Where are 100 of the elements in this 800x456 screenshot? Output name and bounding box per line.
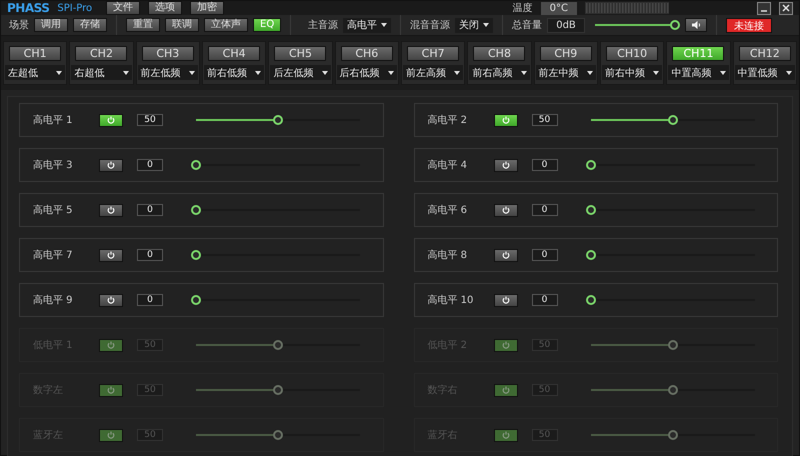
- channel-button[interactable]: CH12: [738, 46, 791, 61]
- channel-output-dropdown[interactable]: 前左低频: [138, 65, 198, 80]
- input-value: 0: [532, 249, 558, 261]
- power-icon: [502, 431, 510, 439]
- input-value: 50: [532, 339, 558, 351]
- channel-output-dropdown[interactable]: 前左高频: [403, 65, 464, 80]
- power-icon: [502, 341, 510, 349]
- input-value: 50: [137, 339, 163, 351]
- channel-output-dropdown[interactable]: 前右中频: [602, 65, 662, 80]
- channel-button[interactable]: CH8: [473, 46, 526, 61]
- caret-icon: [786, 70, 792, 74]
- input-value: 0: [137, 294, 163, 306]
- power-icon: [107, 161, 115, 169]
- app-logo: PHASS: [7, 1, 50, 15]
- close-icon: [782, 4, 790, 12]
- input-label: 高电平 6: [428, 204, 468, 217]
- input-value: 50: [137, 114, 163, 126]
- power-button[interactable]: [494, 158, 518, 172]
- channel-button[interactable]: CH6: [340, 46, 393, 61]
- power-button[interactable]: [99, 114, 123, 126]
- input-label: 高电平 3: [33, 158, 74, 172]
- speaker-icon: [692, 21, 700, 29]
- menu-button[interactable]: 文件: [106, 1, 140, 15]
- power-icon: [502, 251, 510, 259]
- power-button[interactable]: [494, 294, 518, 306]
- channel-output-dropdown[interactable]: 中置低频: [734, 65, 795, 80]
- scene-button[interactable]: 存储: [73, 18, 107, 32]
- power-icon: [107, 296, 115, 304]
- temperature-label: 温度: [512, 2, 533, 15]
- input-value: 0: [532, 294, 558, 306]
- channel-button[interactable]: CH7: [407, 46, 460, 61]
- caret-icon: [720, 70, 726, 74]
- caret-icon: [388, 70, 394, 74]
- input-label: 高电平 8: [428, 248, 468, 262]
- volume-label: 总音量: [512, 18, 542, 32]
- input-value: 50: [532, 384, 558, 396]
- channel-output-dropdown[interactable]: 左超低: [5, 65, 66, 80]
- mode-button[interactable]: 重置: [126, 18, 160, 32]
- power-button[interactable]: [99, 158, 123, 172]
- mode-button[interactable]: 联调: [165, 18, 199, 32]
- power-button[interactable]: [99, 204, 123, 216]
- caret-icon: [520, 70, 527, 74]
- power-icon: [502, 161, 510, 169]
- mix-source-label: 混音音源: [410, 18, 450, 32]
- power-icon: [502, 116, 510, 124]
- caret-icon: [122, 70, 129, 74]
- power-button[interactable]: [494, 204, 518, 216]
- minimize-button[interactable]: [757, 2, 771, 14]
- menu-button[interactable]: 选项: [148, 1, 182, 15]
- channel-output-dropdown[interactable]: 右超低: [71, 65, 132, 80]
- mute-button[interactable]: [684, 18, 707, 32]
- menu-button[interactable]: 加密: [190, 1, 224, 15]
- channel-output-dropdown[interactable]: 前右高频: [469, 65, 530, 80]
- channel-output-dropdown[interactable]: 后左低频: [270, 65, 331, 80]
- close-button[interactable]: [779, 2, 793, 14]
- input-label: 高电平 2: [428, 114, 468, 127]
- input-value: 50: [137, 429, 163, 441]
- power-icon: [107, 251, 115, 259]
- mix-source-dropdown[interactable]: 关闭: [455, 18, 494, 32]
- caret-icon: [454, 70, 460, 74]
- caret-icon: [322, 70, 328, 74]
- power-button[interactable]: [494, 248, 518, 262]
- input-value: 0: [137, 159, 163, 171]
- channel-button[interactable]: CH4: [208, 46, 260, 61]
- input-label: 高电平 7: [33, 248, 74, 262]
- input-value: 50: [532, 429, 558, 441]
- power-icon: [502, 386, 510, 394]
- caret-icon: [255, 70, 262, 74]
- caret-icon: [483, 23, 490, 27]
- channel-button[interactable]: CH1: [9, 46, 62, 61]
- channel-button[interactable]: CH5: [274, 46, 326, 61]
- channel-button[interactable]: CH9: [540, 46, 592, 61]
- scene-label: 场景: [9, 18, 29, 32]
- input-label: 高电平 4: [428, 158, 468, 172]
- power-icon: [502, 296, 510, 304]
- channel-output-dropdown[interactable]: 前右低频: [204, 65, 264, 80]
- power-button[interactable]: [99, 294, 123, 306]
- channel-button[interactable]: CH10: [606, 46, 658, 61]
- main-source-dropdown[interactable]: 高电平: [343, 18, 392, 32]
- volume-value: 0dB: [547, 18, 585, 32]
- power-button[interactable]: [99, 248, 123, 262]
- channel-button[interactable]: CH2: [75, 46, 128, 61]
- input-value: 0: [532, 159, 558, 171]
- input-label: 高电平 5: [33, 204, 74, 217]
- caret-icon: [587, 70, 593, 74]
- mode-button[interactable]: 立体声: [204, 18, 248, 32]
- scene-button[interactable]: 调用: [34, 18, 68, 32]
- channel-output-dropdown[interactable]: 前左中频: [536, 65, 596, 80]
- power-icon: [502, 206, 510, 214]
- connection-status-button[interactable]: 未连接: [726, 18, 772, 32]
- channel-button[interactable]: CH3: [142, 46, 194, 61]
- channel-output-dropdown[interactable]: 后右低频: [336, 65, 397, 80]
- input-value: 0: [137, 249, 163, 261]
- channel-output-dropdown[interactable]: 中置高频: [668, 65, 729, 80]
- power-icon: [107, 206, 115, 214]
- model-name: SPI-Pro: [57, 2, 92, 14]
- power-button[interactable]: [494, 114, 518, 126]
- power-icon: [107, 341, 115, 349]
- input-value: 50: [532, 114, 558, 126]
- caret-icon: [189, 70, 195, 74]
